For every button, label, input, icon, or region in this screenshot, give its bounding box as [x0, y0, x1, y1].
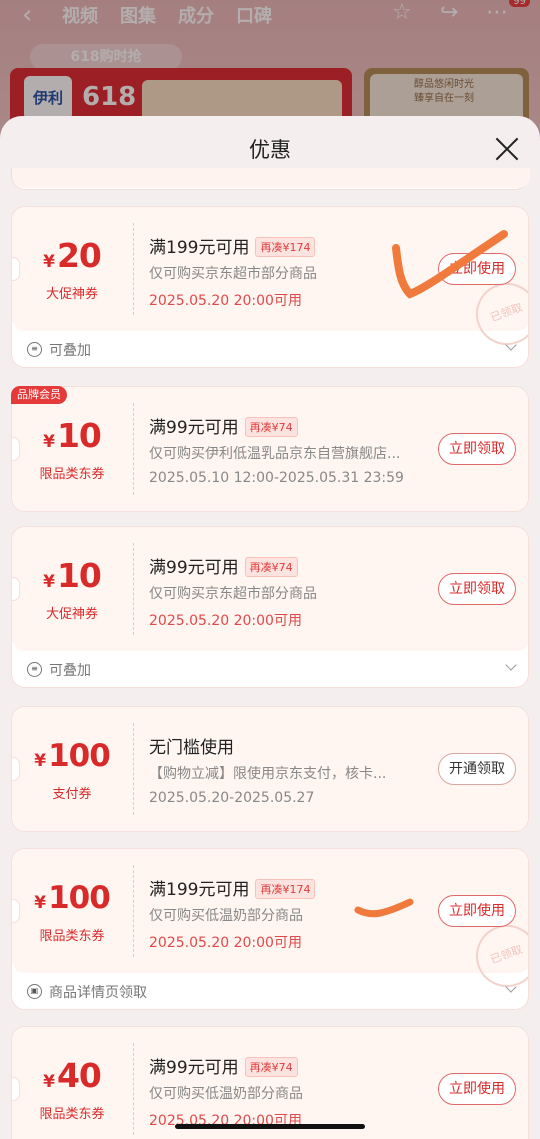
coupon-body: ¥10 大促神券 满99元可用 再凑¥74 仅可购买京东超市部分商品 2025.0… [12, 527, 528, 651]
coupon-description: 仅可购买京东超市部分商品 [149, 586, 317, 602]
coupon-condition: 无门槛使用 [149, 738, 234, 758]
coupon-condition: 满99元可用 再凑¥74 [149, 413, 298, 438]
coupon-description: 【购物立减】限使用京东支付，核卡... [149, 766, 387, 782]
sheet-title: 优惠 [249, 138, 291, 162]
coupon-body: ¥100 限品类东券 满199元可用 再凑¥174 仅可购买低温奶部分商品 202… [12, 849, 528, 996]
coupon-footer[interactable]: ▣ 商品详情页领取 [12, 973, 528, 1009]
activate-claim-button[interactable]: 开通领取 [438, 753, 516, 785]
coupon-type: 支付券 [52, 787, 92, 802]
shortfall-tag: 再凑¥74 [244, 1057, 298, 1077]
coupon-type: 限品类东券 [39, 929, 105, 944]
coupon-condition: 满99元可用 再凑¥74 [149, 1053, 298, 1078]
coupon-description: 仅可购买低温奶部分商品 [149, 908, 303, 924]
brand-member-tag: 品牌会员 [11, 386, 67, 404]
footer-label: 可叠加 [49, 663, 91, 679]
coupon-description: 仅可购买伊利低温乳品京东自营旗舰店... [149, 446, 401, 462]
coupon-time: 2025.05.20 20:00可用 [149, 935, 302, 951]
coupon-body: ¥20 大促神券 满199元可用 再凑¥174 仅可购买京东超市部分商品 2025… [12, 207, 528, 354]
claim-now-button[interactable]: 立即领取 [438, 433, 516, 465]
chevron-down-icon[interactable] [506, 983, 516, 993]
coupon-card: ¥40 限品类东券 满99元可用 再凑¥74 仅可购买低温奶部分商品 2025.0… [11, 1026, 529, 1139]
coupon-amount: ¥10 [43, 556, 102, 595]
previous-coupon-peek [11, 168, 530, 190]
close-icon[interactable] [494, 136, 520, 162]
chevron-down-icon[interactable] [506, 661, 516, 671]
product-page-icon: ▣ [27, 984, 42, 999]
coupon-card: ¥10 大促神券 满99元可用 再凑¥74 仅可购买京东超市部分商品 2025.0… [11, 526, 529, 688]
stack-icon: ≡ [27, 342, 42, 357]
coupon-type: 限品类东券 [39, 1107, 105, 1122]
coupon-body: ¥100 支付券 无门槛使用 【购物立减】限使用京东支付，核卡... 2025.… [12, 707, 528, 831]
stack-icon: ≡ [27, 662, 42, 677]
coupon-body: ¥10 限品类东券 满99元可用 再凑¥74 仅可购买伊利低温乳品京东自营旗舰店.… [12, 387, 528, 511]
shortfall-tag: 再凑¥174 [255, 237, 316, 257]
coupon-footer[interactable]: ≡ 可叠加 [12, 331, 528, 367]
coupon-description: 仅可购买低温奶部分商品 [149, 1086, 303, 1102]
claim-now-button[interactable]: 立即领取 [438, 573, 516, 605]
coupon-card: ¥10 限品类东券 满99元可用 再凑¥74 仅可购买伊利低温乳品京东自营旗舰店.… [11, 386, 529, 512]
coupon-amount: ¥100 [34, 738, 111, 774]
coupon-amount: ¥40 [43, 1056, 102, 1095]
coupon-condition: 满199元可用 再凑¥174 [149, 875, 316, 900]
coupon-amount: ¥100 [34, 880, 111, 916]
coupon-card: ¥100 支付券 无门槛使用 【购物立减】限使用京东支付，核卡... 2025.… [11, 706, 529, 832]
coupon-card: ¥20 大促神券 满199元可用 再凑¥174 仅可购买京东超市部分商品 2025… [11, 206, 529, 368]
use-now-button[interactable]: 立即使用 [438, 1073, 516, 1105]
use-now-button[interactable]: 立即使用 [438, 253, 516, 285]
shortfall-tag: 再凑¥74 [244, 557, 298, 577]
discount-sheet: 优惠 ¥20 大促神券 满199元可用 再凑¥174 仅可购买京东超市部分商品 2… [0, 116, 540, 1139]
coupon-body: ¥40 限品类东券 满99元可用 再凑¥74 仅可购买低温奶部分商品 2025.0… [12, 1027, 528, 1139]
coupon-footer[interactable]: ≡ 可叠加 [12, 651, 528, 687]
coupon-type: 大促神券 [45, 607, 98, 622]
shortfall-tag: 再凑¥74 [244, 417, 298, 437]
coupon-time: 2025.05.10 12:00-2025.05.31 23:59 [149, 470, 404, 486]
use-now-button[interactable]: 立即使用 [438, 895, 516, 927]
coupon-description: 仅可购买京东超市部分商品 [149, 266, 317, 282]
coupon-time: 2025.05.20-2025.05.27 [149, 790, 315, 806]
footer-label: 可叠加 [49, 343, 91, 359]
coupon-card: ¥100 限品类东券 满199元可用 再凑¥174 仅可购买低温奶部分商品 202… [11, 848, 529, 1010]
coupon-time: 2025.05.20 20:00可用 [149, 613, 302, 629]
coupon-type: 限品类东券 [39, 467, 105, 482]
chevron-down-icon[interactable] [506, 341, 516, 351]
coupon-condition: 满199元可用 再凑¥174 [149, 233, 316, 258]
home-indicator [175, 1124, 365, 1129]
coupon-amount: ¥20 [43, 236, 102, 275]
shortfall-tag: 再凑¥174 [255, 879, 316, 899]
coupon-condition: 满99元可用 再凑¥74 [149, 553, 298, 578]
coupon-time: 2025.05.20 20:00可用 [149, 293, 302, 309]
coupon-type: 大促神券 [45, 287, 98, 302]
footer-label: 商品详情页领取 [49, 985, 147, 1001]
coupon-amount: ¥10 [43, 416, 102, 455]
